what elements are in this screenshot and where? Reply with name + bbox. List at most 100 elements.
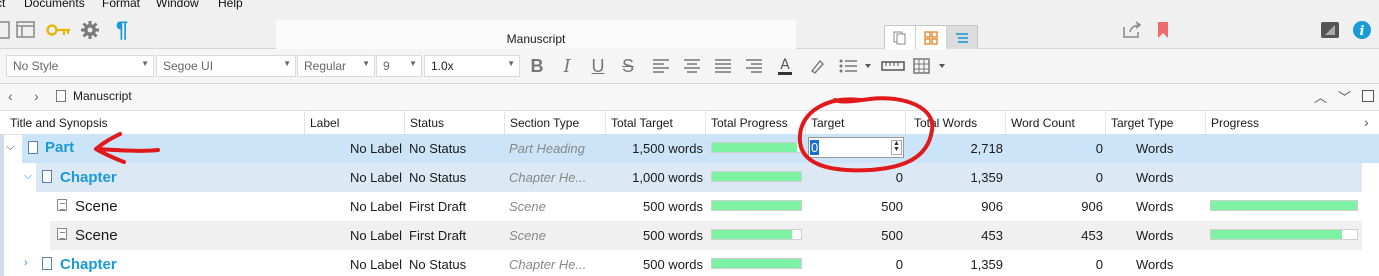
italic-button[interactable]: I bbox=[556, 56, 578, 77]
split-view-icon[interactable] bbox=[1362, 90, 1374, 102]
column-header-title[interactable]: Title and Synopsis bbox=[5, 111, 305, 134]
row-status[interactable]: No Status bbox=[409, 134, 505, 163]
row-target[interactable]: 500 bbox=[806, 192, 903, 221]
svg-text:i: i bbox=[1360, 24, 1365, 39]
layout-icon[interactable] bbox=[16, 20, 36, 40]
row-target[interactable]: 500 bbox=[806, 221, 903, 250]
row-section-type[interactable]: Chapter He... bbox=[509, 250, 605, 276]
disclosure-triangle-icon[interactable]: › bbox=[24, 250, 36, 276]
column-header-total-words[interactable]: Total Words bbox=[906, 111, 1006, 134]
row-label[interactable]: No Label bbox=[305, 221, 402, 250]
row-target-type[interactable]: Words bbox=[1136, 250, 1196, 276]
key-icon[interactable] bbox=[46, 20, 72, 40]
editor-header-bar: ‹ › Manuscript ︿ ﹀ bbox=[0, 84, 1379, 111]
row-label[interactable]: No Label bbox=[305, 250, 402, 276]
scrivenings-view-icon[interactable] bbox=[885, 26, 916, 50]
row-section-type[interactable]: Scene bbox=[509, 192, 605, 221]
progress-fill bbox=[712, 201, 801, 210]
strikethrough-button[interactable]: S bbox=[617, 56, 639, 76]
size-dropdown[interactable]: 9 ▼ bbox=[376, 55, 422, 77]
row-title[interactable]: Chapter bbox=[60, 250, 160, 276]
row-title[interactable]: Part bbox=[45, 134, 105, 163]
menu-item-format[interactable]: Format bbox=[102, 0, 140, 10]
row-label[interactable]: No Label bbox=[305, 134, 402, 163]
chevron-down-icon: ▼ bbox=[141, 59, 149, 68]
table-row[interactable]: › Chapter No Label No Status Chapter He.… bbox=[0, 250, 1379, 276]
menu-item-window[interactable]: Window bbox=[156, 0, 199, 10]
column-header-total-progress[interactable]: Total Progress bbox=[706, 111, 806, 134]
binder-toggle-icon[interactable] bbox=[0, 20, 14, 40]
view-mode-switcher[interactable] bbox=[884, 25, 978, 51]
bold-button[interactable]: B bbox=[526, 56, 548, 76]
row-target-type[interactable]: Words bbox=[1136, 163, 1196, 192]
highlight-icon[interactable] bbox=[806, 56, 828, 76]
row-section-type[interactable]: Part Heading bbox=[509, 134, 605, 163]
table-row[interactable]: ⌵ Part No Label No Status Part Heading 1… bbox=[0, 134, 1379, 163]
share-icon[interactable] bbox=[1122, 20, 1142, 40]
table-row[interactable]: Scene No Label First Draft Scene 500 wor… bbox=[0, 221, 1379, 250]
row-section-type[interactable]: Chapter He... bbox=[509, 163, 605, 192]
bookmark-icon[interactable] bbox=[1153, 20, 1173, 40]
style-dropdown[interactable]: No Style ▼ bbox=[6, 55, 154, 77]
corkboard-view-icon[interactable] bbox=[916, 26, 947, 50]
ruler-icon[interactable] bbox=[880, 56, 906, 76]
row-title[interactable]: Scene bbox=[75, 221, 175, 250]
menu-item-help[interactable]: Help bbox=[218, 0, 243, 10]
column-header-target[interactable]: Target bbox=[806, 111, 906, 134]
menu-item-documents[interactable]: Documents bbox=[24, 0, 85, 10]
row-label[interactable]: No Label bbox=[305, 192, 402, 221]
chevron-down-icon[interactable]: ﹀ bbox=[1338, 87, 1351, 106]
line-spacing-dropdown[interactable]: 1.0x ▼ bbox=[424, 55, 520, 77]
row-target-type[interactable]: Words bbox=[1136, 134, 1196, 163]
row-status[interactable]: No Status bbox=[409, 250, 505, 276]
inspector-icon[interactable] bbox=[1320, 20, 1340, 40]
weight-dropdown[interactable]: Regular ▼ bbox=[297, 55, 375, 77]
disclosure-triangle-icon[interactable]: ⌵ bbox=[6, 134, 20, 163]
outliner-view-icon[interactable] bbox=[947, 26, 977, 50]
font-dropdown[interactable]: Segoe UI ▼ bbox=[156, 55, 296, 77]
align-center-icon[interactable] bbox=[681, 56, 703, 76]
row-title[interactable]: Scene bbox=[75, 192, 175, 221]
column-header-status[interactable]: Status bbox=[405, 111, 505, 134]
table-row[interactable]: Scene No Label First Draft Scene 500 wor… bbox=[0, 192, 1379, 221]
chevron-down-icon: ▼ bbox=[507, 59, 515, 68]
column-header-word-count[interactable]: Word Count bbox=[1006, 111, 1106, 134]
column-header-section-type[interactable]: Section Type bbox=[505, 111, 606, 134]
disclosure-triangle-icon[interactable]: ⌵ bbox=[24, 163, 36, 192]
forward-icon[interactable]: › bbox=[34, 88, 39, 104]
breadcrumb[interactable]: Manuscript bbox=[73, 89, 132, 103]
gear-icon[interactable] bbox=[80, 20, 100, 40]
align-left-icon[interactable] bbox=[650, 56, 672, 76]
info-icon[interactable]: i bbox=[1352, 20, 1372, 40]
column-header-progress[interactable]: Progress bbox=[1206, 111, 1361, 134]
column-header-label[interactable]: Label bbox=[305, 111, 405, 134]
row-target-type[interactable]: Words bbox=[1136, 192, 1196, 221]
row-status[interactable]: First Draft bbox=[409, 192, 505, 221]
align-justify-icon[interactable] bbox=[712, 56, 734, 76]
chevron-up-icon[interactable]: ︿ bbox=[1314, 87, 1327, 106]
align-right-icon[interactable] bbox=[743, 56, 765, 76]
column-header-total-target[interactable]: Total Target bbox=[606, 111, 706, 134]
row-title[interactable]: Chapter bbox=[60, 163, 160, 192]
font-value: Segoe UI bbox=[163, 59, 214, 73]
target-edit-field[interactable]: 0 ▲ ▼ bbox=[808, 137, 904, 158]
row-target[interactable]: 0 bbox=[806, 163, 903, 192]
text-color-icon[interactable]: A bbox=[774, 56, 796, 76]
row-target-type[interactable]: Words bbox=[1136, 221, 1196, 250]
row-label[interactable]: No Label bbox=[305, 163, 402, 192]
table-icon[interactable] bbox=[912, 56, 950, 76]
list-icon[interactable] bbox=[838, 56, 876, 76]
row-total-words: 1,359 bbox=[970, 257, 1003, 272]
column-header-target-type[interactable]: Target Type bbox=[1106, 111, 1206, 134]
table-row[interactable]: ⌵ Chapter No Label No Status Chapter He.… bbox=[0, 163, 1379, 192]
scroll-right-icon[interactable]: › bbox=[1364, 114, 1369, 130]
menu-item-project[interactable]: ct bbox=[0, 0, 5, 10]
stepper-arrows-icon[interactable]: ▲ ▼ bbox=[891, 140, 902, 155]
row-target[interactable]: 0 bbox=[806, 250, 903, 276]
row-section-type[interactable]: Scene bbox=[509, 221, 605, 250]
paragraph-icon[interactable]: ¶ bbox=[112, 17, 132, 42]
back-icon[interactable]: ‹ bbox=[8, 88, 13, 104]
row-status[interactable]: First Draft bbox=[409, 221, 505, 250]
underline-button[interactable]: U bbox=[587, 56, 609, 76]
row-status[interactable]: No Status bbox=[409, 163, 505, 192]
